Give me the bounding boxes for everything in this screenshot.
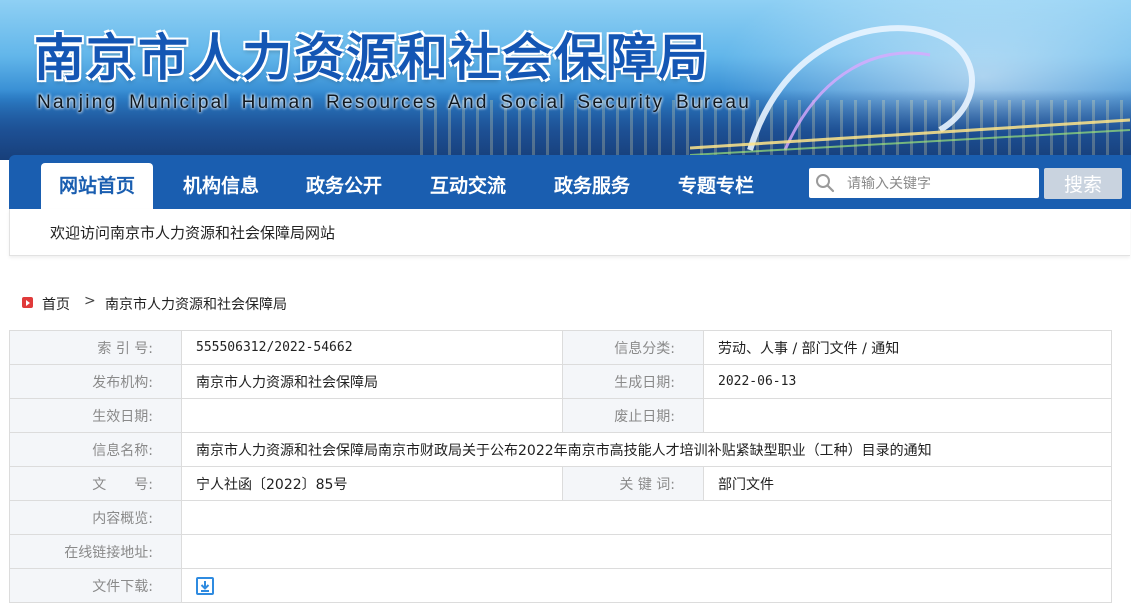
expiry-date-value xyxy=(703,398,1112,433)
table-row: 在线链接地址: xyxy=(9,534,1112,569)
search-input[interactable] xyxy=(845,168,1037,200)
nav-item-special-topics[interactable]: 专题专栏 xyxy=(660,155,772,209)
publisher-value: 南京市人力资源和社会保障局 xyxy=(181,364,563,399)
table-row: 生效日期: 废止日期: xyxy=(9,398,1112,433)
created-date-label: 生成日期: xyxy=(562,364,704,399)
category-value: 劳动、人事 / 部门文件 / 通知 xyxy=(703,330,1112,365)
main-nav: 网站首页 机构信息 政务公开 互动交流 政务服务 专题专栏 搜索 xyxy=(9,155,1131,209)
bridge-illustration xyxy=(690,25,1130,156)
site-banner: 南京市人力资源和社会保障局 Nanjing Municipal Human Re… xyxy=(0,0,1131,160)
search-button[interactable]: 搜索 xyxy=(1044,168,1122,199)
summary-label: 内容概览: xyxy=(9,500,182,535)
category-label: 信息分类: xyxy=(562,330,704,365)
publisher-label: 发布机构: xyxy=(9,364,182,399)
site-title-english: Nanjing Municipal Human Resources And So… xyxy=(37,92,752,113)
keywords-value: 部门文件 xyxy=(703,466,1112,501)
nav-item-home[interactable]: 网站首页 xyxy=(41,163,153,209)
welcome-text: 欢迎访问南京市人力资源和社会保障局网站 xyxy=(50,224,336,242)
breadcrumb-current-link[interactable]: 南京市人力资源和社会保障局 xyxy=(105,294,287,314)
index-number-label: 索 引 号: xyxy=(9,330,182,365)
expiry-date-label: 废止日期: xyxy=(562,398,704,433)
welcome-bar: 欢迎访问南京市人力资源和社会保障局网站 xyxy=(9,209,1130,256)
table-row: 索 引 号: 555506312/2022-54662 信息分类: 劳动、人事 … xyxy=(9,330,1112,365)
nav-item-organization[interactable]: 机构信息 xyxy=(165,155,277,209)
index-number-value: 555506312/2022-54662 xyxy=(181,330,563,365)
breadcrumb-home-link[interactable]: 首页 xyxy=(42,294,70,314)
effective-date-label: 生效日期: xyxy=(9,398,182,433)
breadcrumb-home-icon xyxy=(22,297,33,308)
nav-item-government-affairs[interactable]: 政务公开 xyxy=(288,155,400,209)
table-row: 发布机构: 南京市人力资源和社会保障局 生成日期: 2022-06-13 xyxy=(9,364,1112,399)
created-date-value: 2022-06-13 xyxy=(703,364,1112,399)
download-icon[interactable] xyxy=(196,576,214,595)
nav-item-interaction[interactable]: 互动交流 xyxy=(412,155,524,209)
file-download-cell xyxy=(181,568,1112,603)
table-row: 文件下载: xyxy=(9,568,1112,603)
online-link-value[interactable] xyxy=(181,534,1112,569)
table-row: 内容概览: xyxy=(9,500,1112,535)
document-number-value: 宁人社函〔2022〕85号 xyxy=(181,466,563,501)
breadcrumb-separator: > xyxy=(84,293,96,309)
table-row: 文 号: 宁人社函〔2022〕85号 关 键 词: 部门文件 xyxy=(9,466,1112,501)
effective-date-value xyxy=(181,398,563,433)
online-link-label: 在线链接地址: xyxy=(9,534,182,569)
keywords-label: 关 键 词: xyxy=(562,466,704,501)
document-number-label: 文 号: xyxy=(9,466,182,501)
site-title: 南京市人力资源和社会保障局 xyxy=(34,28,710,87)
table-row: 信息名称: 南京市人力资源和社会保障局南京市财政局关于公布2022年南京市高技能… xyxy=(9,432,1112,467)
search-icon xyxy=(816,174,835,193)
info-name-label: 信息名称: xyxy=(9,432,182,467)
summary-value xyxy=(181,500,1112,535)
file-download-label: 文件下载: xyxy=(9,568,182,603)
document-info-table: 索 引 号: 555506312/2022-54662 信息分类: 劳动、人事 … xyxy=(9,330,1112,603)
info-name-value: 南京市人力资源和社会保障局南京市财政局关于公布2022年南京市高技能人才培训补贴… xyxy=(181,432,1112,467)
nav-item-services[interactable]: 政务服务 xyxy=(536,155,648,209)
search-box xyxy=(809,168,1039,200)
